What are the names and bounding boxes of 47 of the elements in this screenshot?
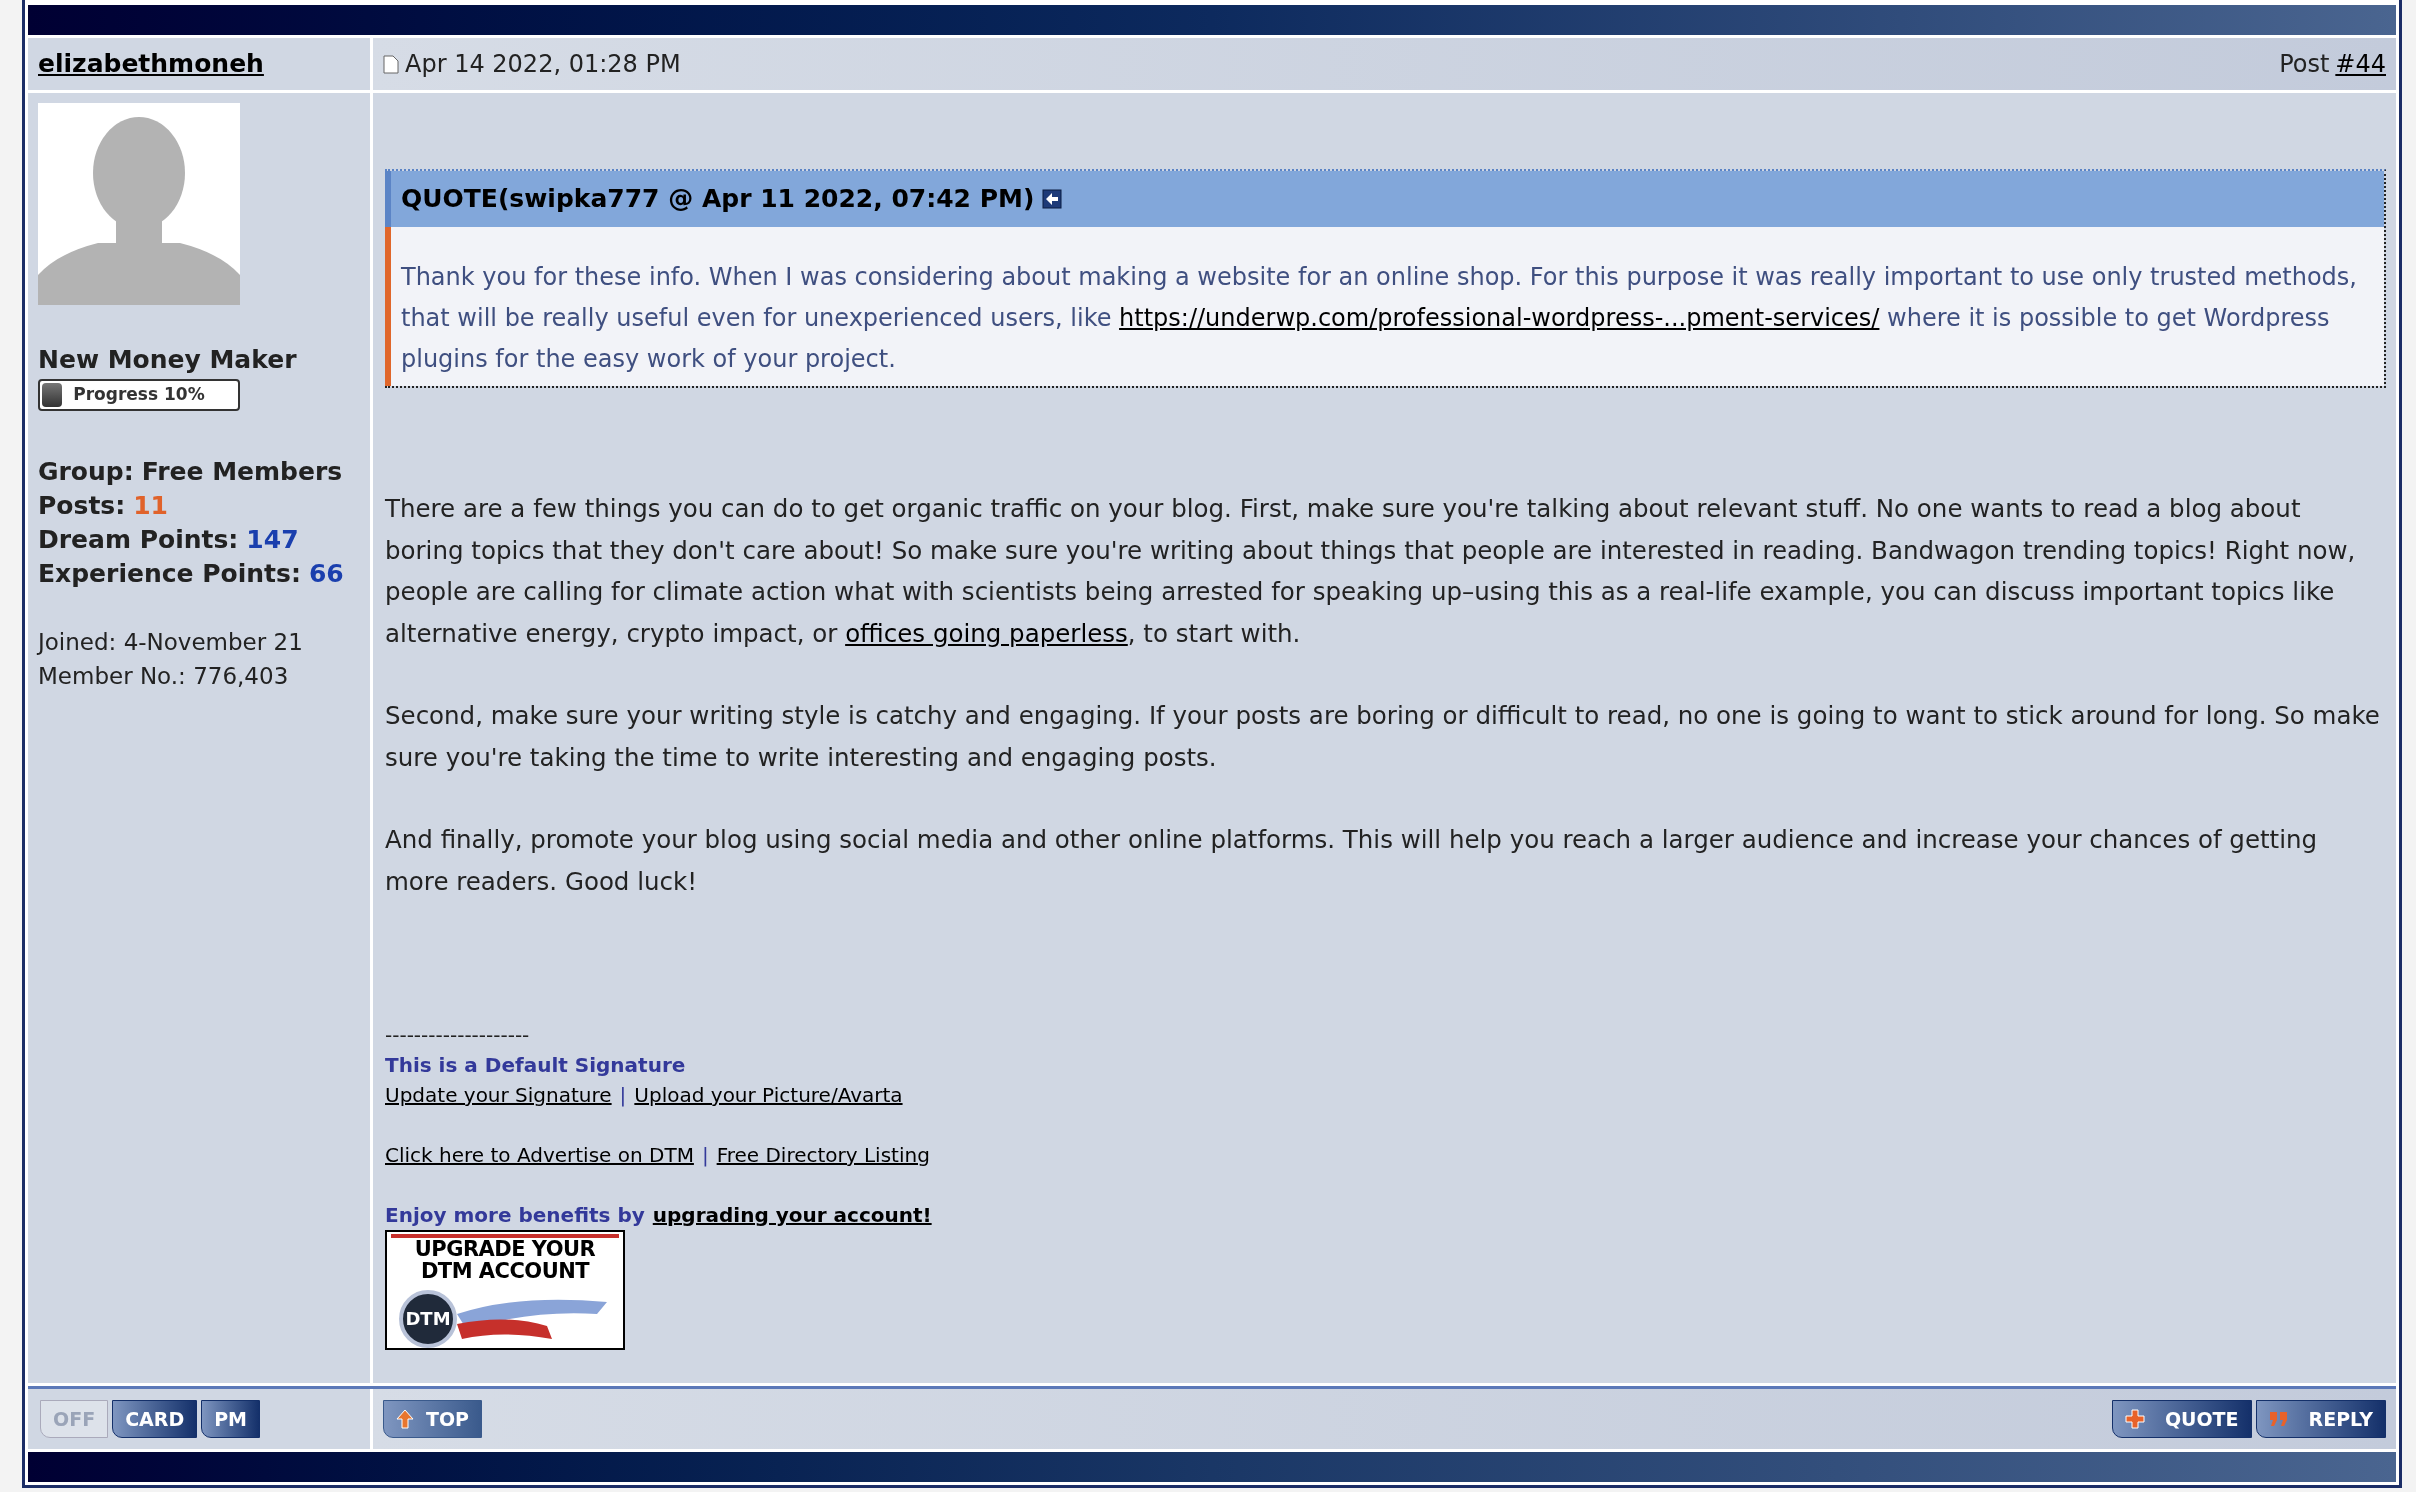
quote-text: Thank you for these info. When I was considering about making a website for an online shop. For this purpose it was really important to use only trusted methods, that will be really useful even for unexperienced users, like https://underwp.com/professional-wordpress-...pment-services/ where it is possible to get Wordpress plugins for the easy work of your project. <box>401 262 2358 375</box>
signature-title: This is a Default Signature <box>385 1052 687 1079</box>
post-paragraph: And finally, promote your blog using social media and other online platforms. This will help you reach a larger audience and increase your chances of getting more readers. Good luck! <box>385 824 2319 898</box>
quote-title: QUOTE(swipka777 @ Apr 11 2022, 07:42 PM) <box>401 183 1035 216</box>
post-date: Apr 14 2022, 01:28 PM <box>405 49 681 80</box>
quote-marks-icon <box>2268 1410 2289 1428</box>
text-link[interactable]: https://underwp.com/professional-wordpress-...pment-services/ <box>1119 304 1880 332</box>
stat-value: 147 <box>246 523 299 556</box>
signature-link[interactable]: Click here to Advertise on DTM <box>385 1140 694 1170</box>
progress-label: Progress 10% <box>72 382 206 406</box>
post-number-link[interactable]: #44 <box>2335 46 2386 82</box>
signature-link[interactable]: Update your Signature <box>385 1080 612 1110</box>
upgrade-banner[interactable]: UPGRADE YOUR DTM ACCOUNT DTM <box>385 1230 625 1350</box>
promo-text: Enjoy more benefits by <box>385 1202 645 1229</box>
stat-label: Posts: <box>38 489 126 522</box>
member-detail: Member No.: 776,403 <box>38 661 290 691</box>
signature-link[interactable]: Free Directory Listing <box>716 1140 930 1170</box>
top-button[interactable]: TOP <box>383 1400 483 1438</box>
up-arrow-icon <box>396 1409 414 1429</box>
post-paragraph: There are a few things you can do to get organic traffic on your blog. First, make sure you're talking about relevant stuff. No one wants to read a blog about boring topics that they don't care about! So make sure you're writing about things that people are interested in reading. Bandwagon trending topics! Right now, people are calling for climate action what with scientists being arrested for speaking up–using this as a real-life example, you can discuss important topics like alternative energy, crypto impact, or offices going paperless, to start with. <box>385 493 2357 650</box>
user-action-button[interactable]: PM <box>201 1400 261 1438</box>
stat-label: Experience Points: <box>38 557 301 590</box>
stat-label: Group: <box>38 455 134 488</box>
post-label: Post <box>2279 49 2330 80</box>
stat-label: Dream Points: <box>38 523 239 556</box>
stat-value: 66 <box>308 557 344 590</box>
reply-action-button[interactable]: REPLY <box>2255 1400 2386 1438</box>
link-separator: | <box>701 1142 709 1169</box>
link-separator: | <box>619 1082 627 1109</box>
post-paragraph: Second, make sure your writing style is catchy and engaging. If your posts are boring or difficult to read, no one is going to want to stick around for long. So make sure you're taking the time to write interesting and engaging posts. <box>385 700 2381 774</box>
plus-icon <box>2124 1409 2145 1429</box>
upgrade-link[interactable]: upgrading your account! <box>652 1200 932 1230</box>
banner-text: DTM ACCOUNT <box>419 1260 591 1282</box>
signature-link[interactable]: Upload your Picture/Avarta <box>634 1080 903 1110</box>
document-icon <box>383 54 399 74</box>
signature-divider: -------------------- <box>385 1022 531 1049</box>
user-rank: New Money Maker <box>38 344 298 376</box>
banner-badge: DTM <box>399 1290 457 1348</box>
stat-value: Free Members <box>141 455 343 488</box>
banner-text: UPGRADE YOUR <box>413 1238 597 1260</box>
author-link[interactable]: elizabethmoneh <box>38 45 264 83</box>
user-action-button[interactable]: CARD <box>112 1400 198 1438</box>
text-link[interactable]: offices going paperless <box>845 618 1128 648</box>
member-detail: Joined: 4-November 21 <box>38 627 304 657</box>
reply-action-button[interactable]: QUOTE <box>2111 1400 2252 1438</box>
avatar-placeholder-icon <box>38 103 240 305</box>
stat-value: 11 <box>133 489 168 522</box>
